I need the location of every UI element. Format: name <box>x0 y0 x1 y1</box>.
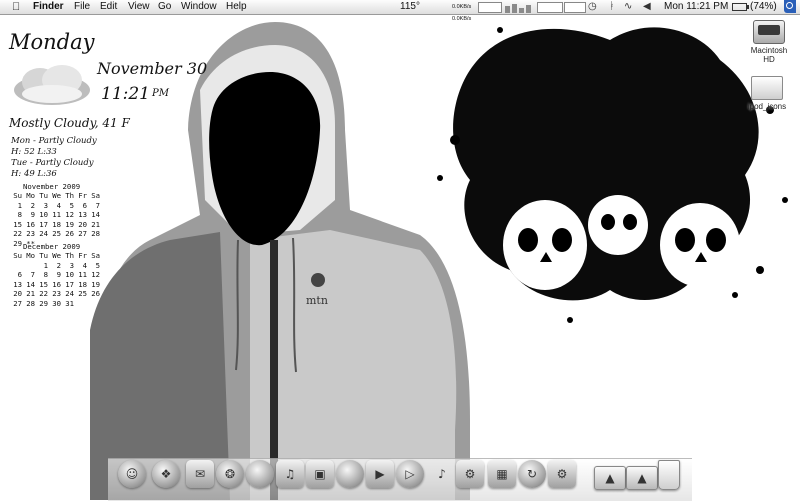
app-icon[interactable]: ▦ <box>488 460 516 488</box>
net-down: 0.0KB/s <box>452 16 472 22</box>
bluetooth-icon[interactable]: ᛓ <box>609 1 615 13</box>
guitar-icon[interactable]: ♪ <box>428 460 456 488</box>
menu-file[interactable]: File <box>74 1 90 13</box>
temperature-readout[interactable]: 115° <box>400 1 420 13</box>
desktop-icon-label: Macintosh HD <box>750 46 788 64</box>
memory-bars-icon[interactable] <box>505 2 533 13</box>
menu-view[interactable]: View <box>128 1 150 13</box>
folder-icon <box>751 76 783 100</box>
cloud-icon <box>14 65 90 105</box>
network-graph-icon[interactable] <box>564 2 586 13</box>
calendar-week-row: 27 28 29 30 31 <box>13 298 74 308</box>
calendar-title: December 2009 <box>23 242 81 251</box>
calendar-november: November 2009 Su Mo Tu We Th Fr Sa 1234567 891… <box>9 182 100 248</box>
finder-icon[interactable]: ☺ <box>118 460 146 488</box>
date-label: November 30 <box>97 59 208 78</box>
quicktime-icon[interactable]: ▷ <box>396 460 424 488</box>
ampm-label: PM <box>152 88 169 99</box>
calendar-title: November 2009 <box>23 182 81 191</box>
address-book-icon[interactable]: ▶ <box>366 460 394 488</box>
desktop-icon-ipod-icons[interactable]: ipod_icons <box>738 76 796 111</box>
calendar-week-row: 12345 <box>43 260 100 270</box>
time-machine-icon[interactable]: ◷ <box>588 1 597 13</box>
folder-icon[interactable]: ▲ <box>626 466 658 490</box>
calendar-week-row: 22 23 24 25 26 27 28 <box>13 229 100 238</box>
forecast-high-low: H: 49 L:36 <box>11 169 57 179</box>
calendar-week-row: 15 16 17 18 19 20 21 <box>13 219 100 229</box>
forecast-day: Tue - Partly Cloudy <box>11 158 94 168</box>
volume-icon[interactable]: ◀ <box>643 1 651 13</box>
skull-splatter-art <box>437 27 788 323</box>
mail-icon[interactable]: ✉ <box>186 460 214 488</box>
folder-icon[interactable]: ▲ <box>594 466 626 490</box>
menu-go[interactable]: Go <box>158 1 171 13</box>
network-speed-readout[interactable]: 0.0KB/s 0.0KB/s <box>452 1 471 25</box>
calendar-header-row: Su Mo Tu We Th Fr Sa <box>13 191 100 200</box>
calendar-week-row: 20 21 22 23 24 25 26 <box>13 289 100 298</box>
hard-drive-icon <box>753 20 785 44</box>
time-label: 11:21 <box>101 84 150 104</box>
app-icon[interactable]: ↻ <box>518 460 546 488</box>
battery-icon[interactable] <box>732 3 749 11</box>
calendar-header-row: Su Mo Tu We Th Fr Sa <box>13 251 100 260</box>
menu-window[interactable]: Window <box>181 1 217 13</box>
wifi-icon[interactable]: ∿ <box>624 1 632 13</box>
disk-graph-icon[interactable] <box>537 2 563 13</box>
forecast-high-low: H: 52 L:33 <box>11 147 57 157</box>
preview-icon[interactable] <box>336 460 364 488</box>
net-up: 0.0KB/s <box>452 4 472 10</box>
calendar-december: December 2009 Su Mo Tu We Th Fr Sa 12345 67891… <box>9 242 100 308</box>
calendar-week-row: 1234567 <box>17 200 100 210</box>
menu-edit[interactable]: Edit <box>100 1 117 13</box>
dashboard-icon[interactable]: ❖ <box>152 460 180 488</box>
iphoto-icon[interactable]: ▣ <box>306 460 334 488</box>
calendar-week-row: 8 9 10 11 12 13 14 <box>17 210 100 219</box>
menu-finder[interactable]: Finder <box>33 1 64 13</box>
ical-icon[interactable] <box>246 460 274 488</box>
spotlight-icon[interactable] <box>784 0 796 13</box>
battery-percent[interactable]: (74%) <box>750 1 777 13</box>
menubar-clock[interactable]: Mon 11:21 PM <box>664 1 728 13</box>
itunes-icon[interactable]: ♫ <box>276 460 304 488</box>
desktop-icon-label: ipod_icons <box>747 102 787 111</box>
wallpaper-logo: mtn <box>306 294 328 307</box>
weekday-label: Monday <box>9 30 95 54</box>
safari-icon[interactable]: ❂ <box>216 460 244 488</box>
desktop-icon-macintosh-hd[interactable]: Macintosh HD <box>745 20 793 64</box>
gear-icon[interactable]: ⚙ <box>456 460 484 488</box>
cpu-graph-icon[interactable] <box>478 2 502 13</box>
menu-bar:  Finder File Edit View Go Window Help 1… <box>0 0 800 22</box>
calendar-week-row: 6 7 8 9 10 11 12 <box>17 270 100 279</box>
apple-menu-icon[interactable]:  <box>12 1 20 13</box>
trash-icon[interactable] <box>658 460 680 490</box>
system-preferences-icon[interactable]: ⚙ <box>548 460 576 488</box>
forecast-day: Mon - Partly Cloudy <box>11 136 97 146</box>
menu-help[interactable]: Help <box>226 1 247 13</box>
calendar-week-row: 13 14 15 16 17 18 19 <box>13 279 100 289</box>
weather-condition: Mostly Cloudy, 41 F <box>9 116 130 130</box>
